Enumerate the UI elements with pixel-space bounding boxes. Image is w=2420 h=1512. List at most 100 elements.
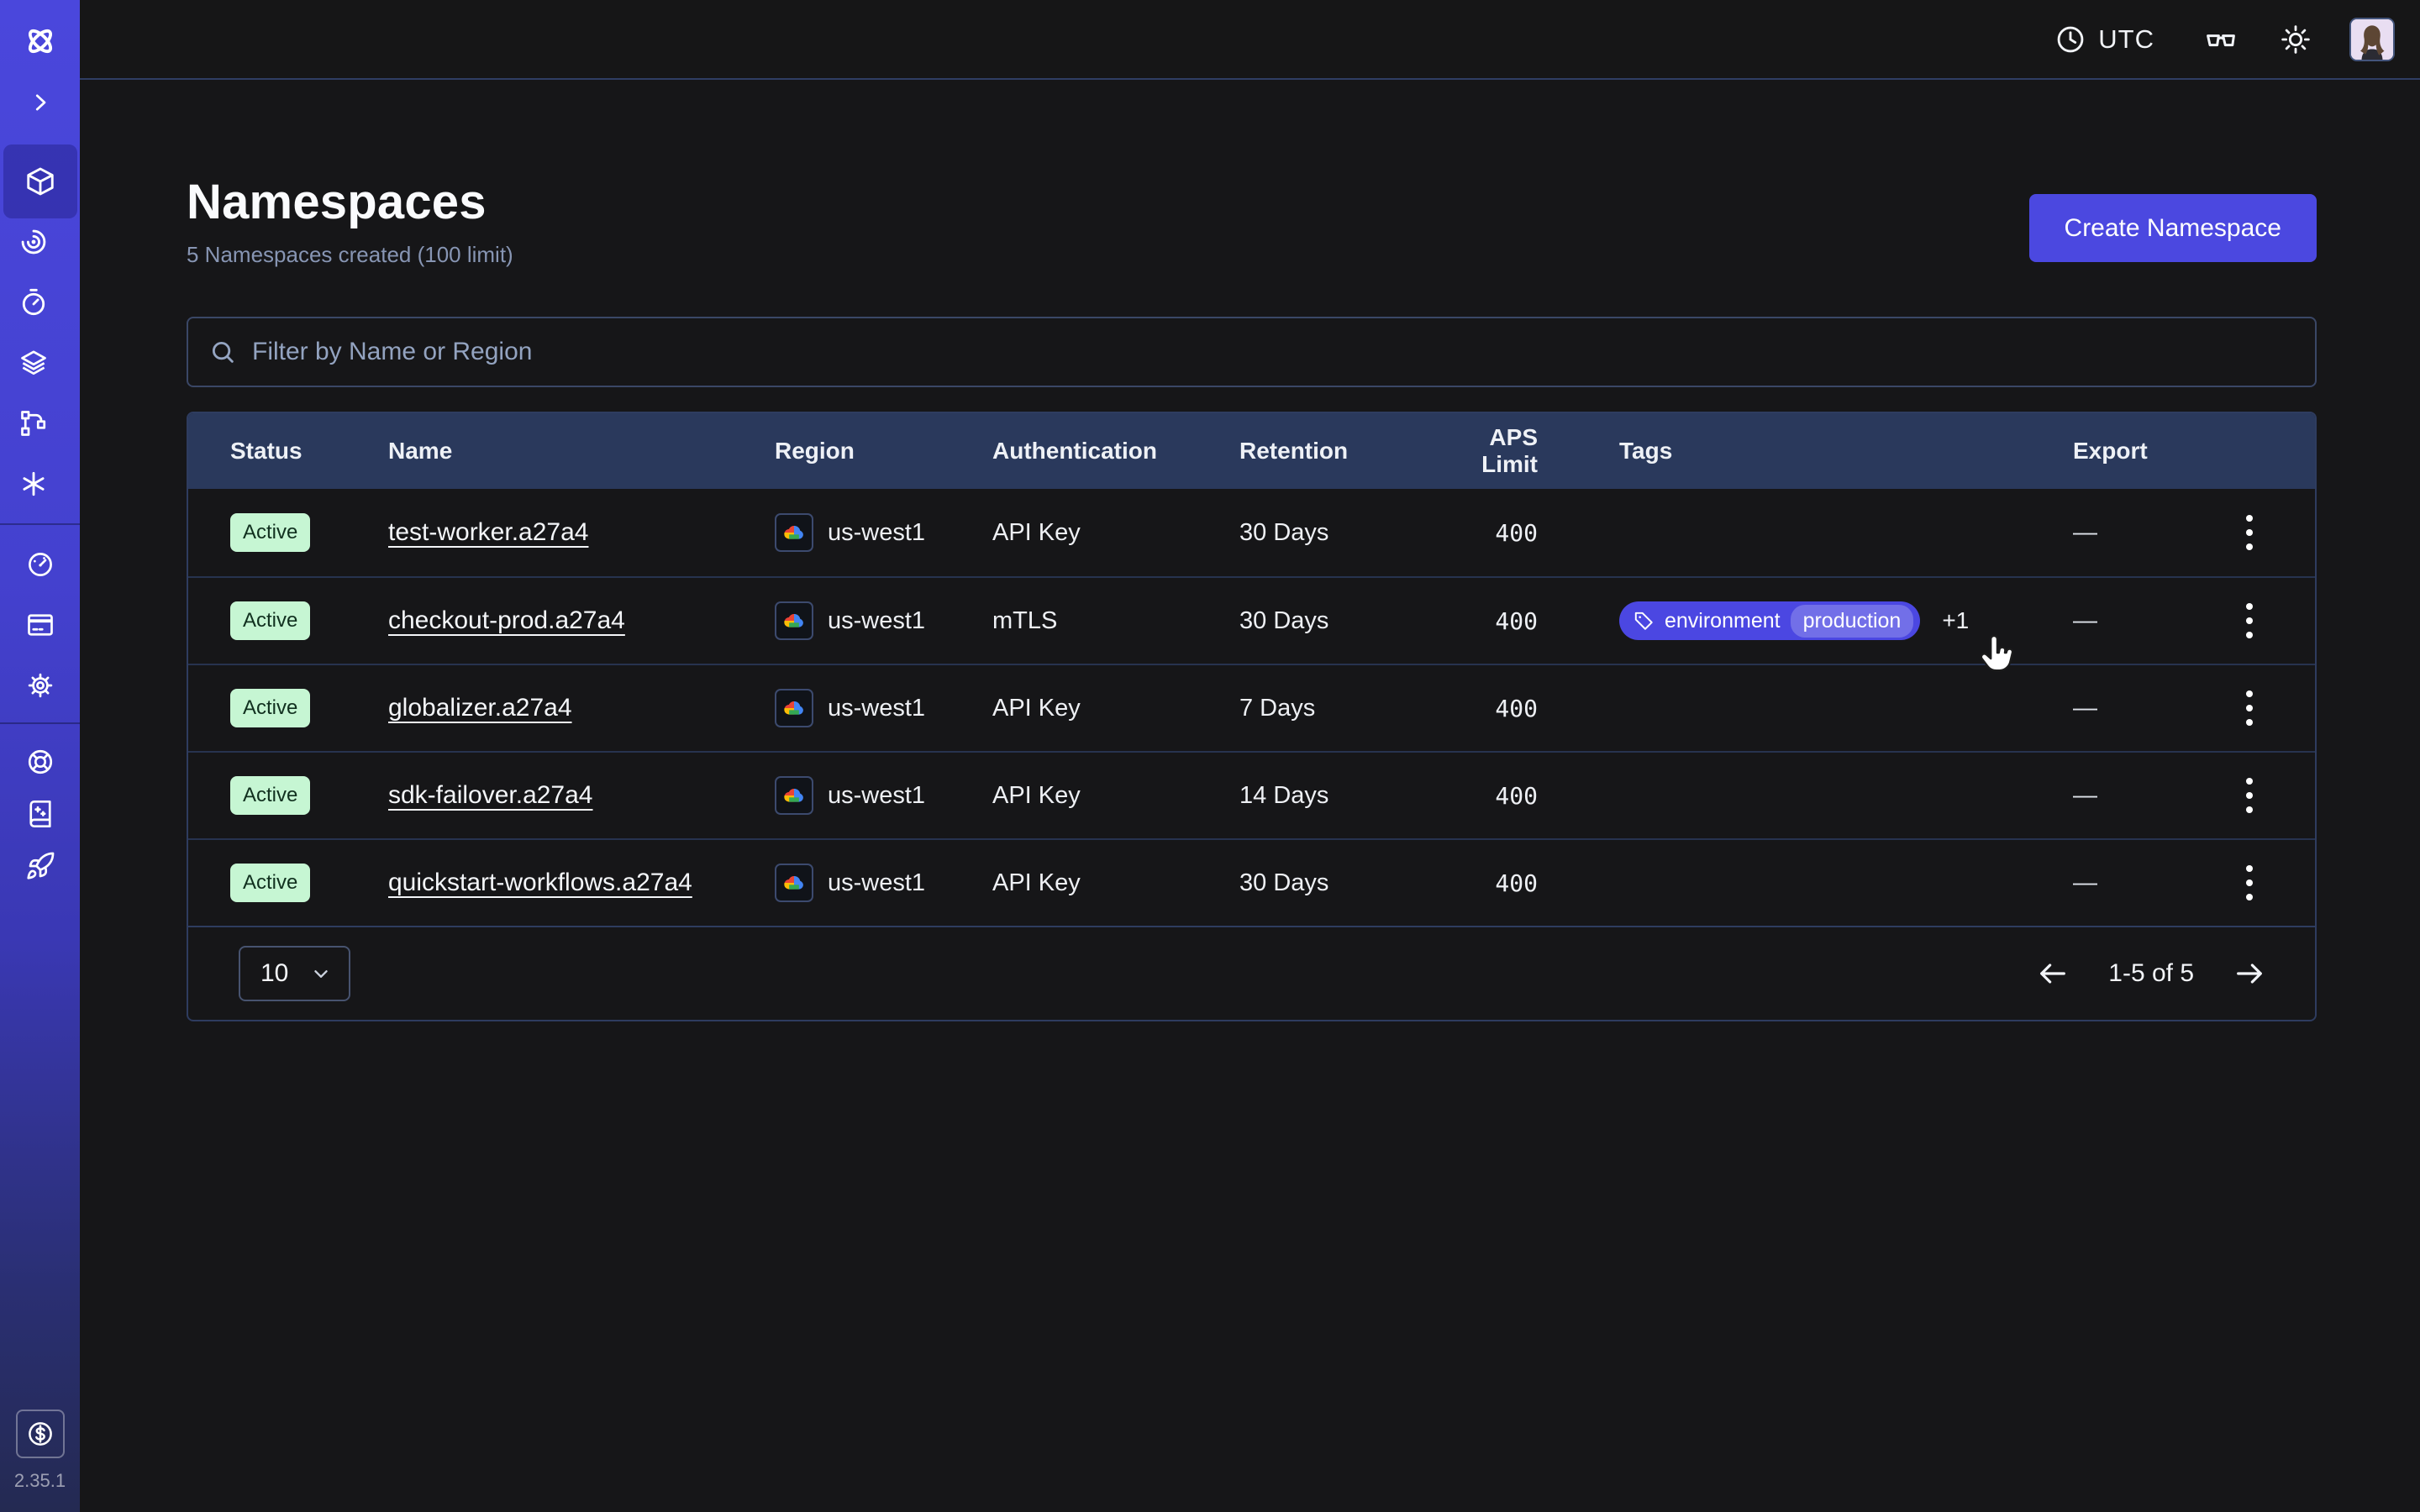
retention-cell: 14 Days <box>1239 782 1433 810</box>
export-cell: — <box>2073 869 2222 897</box>
topbar: UTC <box>80 0 2420 80</box>
namespace-link[interactable]: quickstart-workflows.a27a4 <box>388 869 692 896</box>
gcp-cloud-icon <box>775 601 813 640</box>
page-size-select[interactable]: 10 <box>239 946 350 1001</box>
sidebar-item-credits[interactable] <box>16 1410 65 1458</box>
sidebar-expand-chevron-icon[interactable] <box>25 87 55 118</box>
timezone-selector[interactable]: UTC <box>2054 24 2154 55</box>
lifebuoy-icon <box>25 747 55 777</box>
sidebar-divider <box>0 722 80 724</box>
sidebar-divider <box>0 523 80 525</box>
col-aps-limit: APS Limit <box>1433 424 1538 478</box>
filter-input[interactable] <box>252 338 2295 366</box>
col-status: Status <box>230 438 388 465</box>
status-badge: Active <box>230 864 310 902</box>
sidebar-item-docs[interactable] <box>10 788 71 840</box>
row-menu-button[interactable] <box>2238 682 2261 734</box>
timezone-label: UTC <box>2098 24 2154 55</box>
gear-icon <box>25 670 55 701</box>
arrow-left-icon <box>2036 957 2070 990</box>
region-cell: us-west1 <box>775 776 992 815</box>
col-export: Export <box>2073 438 2222 465</box>
aps-limit-cell: 400 <box>1433 869 1538 897</box>
export-cell: — <box>2073 695 2222 722</box>
export-cell: — <box>2073 607 2222 635</box>
sidebar-item-getting-started[interactable] <box>10 840 71 892</box>
sidebar: 2.35.1 <box>0 0 80 1512</box>
aps-limit-cell: 400 <box>1433 782 1538 810</box>
billing-card-icon <box>25 610 55 640</box>
main-content: Namespaces 5 Namespaces created (100 lim… <box>187 80 2317 1021</box>
row-menu-button[interactable] <box>2238 769 2261 822</box>
retention-cell: 30 Days <box>1239 607 1433 635</box>
status-badge: Active <box>230 776 310 815</box>
namespaces-table: Status Name Region Authentication Retent… <box>187 412 2317 1021</box>
namespace-link[interactable]: checkout-prod.a27a4 <box>388 606 625 634</box>
asterisk-icon <box>18 469 49 499</box>
aps-limit-cell: 400 <box>1433 695 1538 722</box>
sidebar-item-timer[interactable] <box>3 272 64 333</box>
retention-cell: 30 Days <box>1239 519 1433 547</box>
sidebar-item-billing[interactable] <box>10 595 71 655</box>
retention-cell: 30 Days <box>1239 869 1433 897</box>
auth-cell: API Key <box>992 782 1239 810</box>
col-region: Region <box>775 438 992 465</box>
page-title: Namespaces <box>187 174 2317 230</box>
layers-icon <box>18 348 49 378</box>
tag-pill[interactable]: environment production <box>1619 601 1920 640</box>
pagination-range: 1-5 of 5 <box>2108 959 2194 988</box>
avatar-image <box>2351 18 2393 60</box>
glasses-icon <box>2203 22 2238 57</box>
rocket-icon <box>25 851 55 881</box>
row-menu-button[interactable] <box>2238 595 2261 647</box>
namespace-link[interactable]: test-worker.a27a4 <box>388 518 588 546</box>
theme-toggle-button[interactable] <box>2279 23 2312 56</box>
clock-icon <box>2054 24 2086 55</box>
gcp-cloud-icon <box>775 689 813 727</box>
table-row: Active sdk-failover.a27a4 us-west1 API K… <box>188 751 2315 838</box>
labs-toggle-button[interactable] <box>2203 22 2238 57</box>
col-retention: Retention <box>1239 438 1433 465</box>
auth-cell: mTLS <box>992 607 1239 635</box>
sidebar-item-settings[interactable] <box>10 655 71 716</box>
avatar[interactable] <box>2349 18 2395 61</box>
timer-icon <box>18 287 49 318</box>
create-namespace-button[interactable]: Create Namespace <box>2029 194 2317 262</box>
namespace-link[interactable]: globalizer.a27a4 <box>388 694 572 722</box>
table-row: Active quickstart-workflows.a27a4 us-wes… <box>188 838 2315 926</box>
sidebar-item-nexus[interactable] <box>3 454 64 514</box>
branch-icon <box>18 408 49 438</box>
row-menu-button[interactable] <box>2238 857 2261 909</box>
filter-bar <box>187 317 2317 387</box>
namespaces-cube-icon <box>24 165 56 197</box>
sidebar-item-spiral[interactable] <box>3 212 64 272</box>
gcp-cloud-icon <box>775 513 813 552</box>
sidebar-item-namespaces[interactable] <box>3 144 77 218</box>
arrow-right-icon <box>2233 957 2266 990</box>
sidebar-item-usage[interactable] <box>10 534 71 595</box>
export-cell: — <box>2073 782 2222 810</box>
table-row: Active globalizer.a27a4 us-west1 API Key… <box>188 664 2315 751</box>
region-cell: us-west1 <box>775 513 992 552</box>
table-header: Status Name Region Authentication Retent… <box>188 413 2315 489</box>
gcp-cloud-icon <box>775 864 813 902</box>
sidebar-item-deployments[interactable] <box>3 393 64 454</box>
export-cell: — <box>2073 519 2222 547</box>
region-cell: us-west1 <box>775 689 992 727</box>
status-badge: Active <box>230 513 310 552</box>
sidebar-item-layers[interactable] <box>3 333 64 393</box>
sidebar-item-support[interactable] <box>10 736 71 788</box>
prev-page-button[interactable] <box>2036 957 2070 990</box>
row-menu-button[interactable] <box>2238 507 2261 559</box>
next-page-button[interactable] <box>2233 957 2266 990</box>
status-badge: Active <box>230 689 310 727</box>
temporal-logo[interactable] <box>21 22 60 60</box>
table-row: Active test-worker.a27a4 us-west1 API Ke… <box>188 489 2315 576</box>
gcp-cloud-icon <box>775 776 813 815</box>
spiral-icon <box>18 227 49 257</box>
auth-cell: API Key <box>992 519 1239 547</box>
namespace-link[interactable]: sdk-failover.a27a4 <box>388 781 593 809</box>
aps-limit-cell: 400 <box>1433 607 1538 635</box>
gauge-icon <box>25 549 55 580</box>
region-cell: us-west1 <box>775 864 992 902</box>
